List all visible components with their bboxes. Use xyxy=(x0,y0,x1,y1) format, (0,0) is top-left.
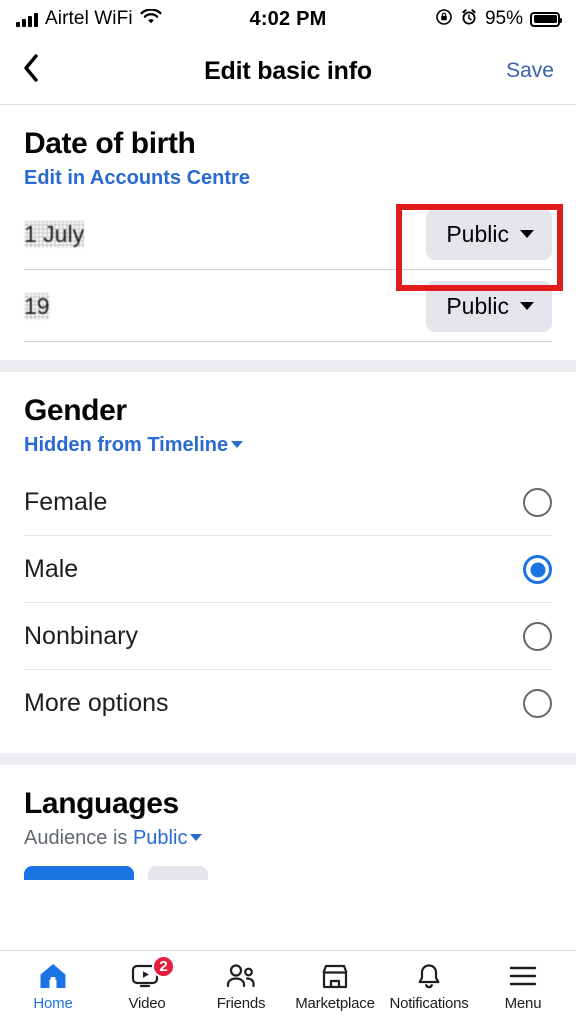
bell-icon xyxy=(416,961,442,991)
tab-notifications-label: Notifications xyxy=(389,995,469,1012)
radio-nonbinary[interactable] xyxy=(523,622,552,651)
status-bar-left: Airtel WiFi xyxy=(16,7,162,30)
language-chips[interactable] xyxy=(24,866,552,880)
chevron-down-icon xyxy=(231,441,244,448)
page-title: Edit basic info xyxy=(204,56,372,85)
radio-female[interactable] xyxy=(523,488,552,517)
languages-title: Languages xyxy=(24,787,179,820)
chevron-down-icon xyxy=(190,834,203,841)
gender-audience-label: Hidden from Timeline xyxy=(24,434,229,456)
tab-friends[interactable]: Friends xyxy=(194,961,288,1012)
radio-more-options[interactable] xyxy=(523,689,552,718)
gender-option-label: Male xyxy=(24,555,79,583)
battery-icon xyxy=(530,11,562,27)
tab-video[interactable]: 2 Video xyxy=(100,955,194,1012)
edit-in-accounts-centre-link[interactable]: Edit in Accounts Centre xyxy=(24,167,250,190)
audience-pill-day-month[interactable]: Public xyxy=(426,208,552,260)
tab-home-label: Home xyxy=(33,995,73,1012)
home-icon xyxy=(38,961,68,991)
radio-male[interactable] xyxy=(523,555,552,584)
gender-option-male[interactable]: Male xyxy=(24,536,552,603)
back-button[interactable] xyxy=(22,53,52,89)
status-bar: Airtel WiFi 4:02 PM 95% xyxy=(0,0,576,38)
app-header: Edit basic info Save xyxy=(0,38,576,105)
chevron-down-icon xyxy=(520,230,534,238)
date-of-birth-day-month-value: 1 July xyxy=(24,220,85,248)
gender-option-female[interactable]: Female xyxy=(24,469,552,536)
gender-option-more-options[interactable]: More options xyxy=(24,670,552,737)
marketplace-icon xyxy=(321,961,349,991)
language-chip[interactable] xyxy=(148,866,208,880)
alarm-clock-icon xyxy=(460,8,478,31)
status-bar-right: 95% xyxy=(435,8,562,31)
friends-icon xyxy=(225,961,257,991)
hamburger-menu-icon xyxy=(509,961,537,991)
section-separator xyxy=(0,753,576,765)
language-chip[interactable] xyxy=(24,866,134,880)
date-of-birth-year-value: 19 xyxy=(24,292,50,320)
save-button[interactable]: Save xyxy=(506,59,554,83)
tab-menu-label: Menu xyxy=(504,995,542,1012)
gender-option-label: Nonbinary xyxy=(24,622,138,650)
tab-home[interactable]: Home xyxy=(6,961,100,1012)
wifi-icon xyxy=(140,7,162,30)
audience-pill-year-label: Public xyxy=(446,292,509,319)
section-gender: Gender Hidden from Timeline Female Male … xyxy=(0,372,576,753)
tab-menu[interactable]: Menu xyxy=(476,961,570,1012)
tab-marketplace-label: Marketplace xyxy=(295,995,375,1012)
tab-video-label: Video xyxy=(128,995,166,1012)
tab-marketplace[interactable]: Marketplace xyxy=(288,961,382,1012)
signal-bars-icon xyxy=(16,12,38,27)
phone-screen: Airtel WiFi 4:02 PM 95% Edit basic info … xyxy=(0,0,576,1024)
date-of-birth-row-day-month[interactable]: 1 July Public xyxy=(24,198,552,270)
audience-pill-year[interactable]: Public xyxy=(426,280,552,332)
carrier-label: Airtel WiFi xyxy=(45,8,133,29)
section-date-of-birth: Date of birth Edit in Accounts Centre 1 … xyxy=(0,105,576,360)
section-separator xyxy=(0,360,576,372)
gender-option-label: Female xyxy=(24,488,108,516)
rotation-lock-icon xyxy=(435,8,453,31)
date-of-birth-rows: 1 July Public 19 Public xyxy=(24,198,552,342)
languages-audience-value: Public xyxy=(132,827,188,849)
scroll-content[interactable]: Date of birth Edit in Accounts Centre 1 … xyxy=(0,105,576,950)
battery-percent-label: 95% xyxy=(484,8,523,29)
gender-option-nonbinary[interactable]: Nonbinary xyxy=(24,603,552,670)
gender-audience-selector[interactable]: Hidden from Timeline xyxy=(24,434,244,457)
date-of-birth-title: Date of birth xyxy=(24,127,196,160)
gender-option-label: More options xyxy=(24,689,169,717)
video-icon: 2 xyxy=(131,955,175,991)
date-of-birth-row-year[interactable]: 19 Public xyxy=(24,270,552,342)
row-divider xyxy=(24,341,552,342)
gender-options-list: Female Male Nonbinary More options xyxy=(24,469,552,737)
tab-notifications[interactable]: Notifications xyxy=(382,961,476,1012)
section-languages: Languages Audience is Public xyxy=(0,765,576,880)
video-badge: 2 xyxy=(152,955,175,978)
languages-audience-prefix: Audience is xyxy=(24,827,133,849)
bottom-tab-bar: Home 2 Video Friends Marketplace Notific… xyxy=(0,950,576,1024)
gender-title: Gender xyxy=(24,394,127,427)
audience-pill-day-month-label: Public xyxy=(446,220,509,247)
tab-friends-label: Friends xyxy=(216,995,266,1012)
chevron-down-icon xyxy=(520,302,534,310)
languages-audience-row[interactable]: Audience is Public xyxy=(24,827,552,850)
